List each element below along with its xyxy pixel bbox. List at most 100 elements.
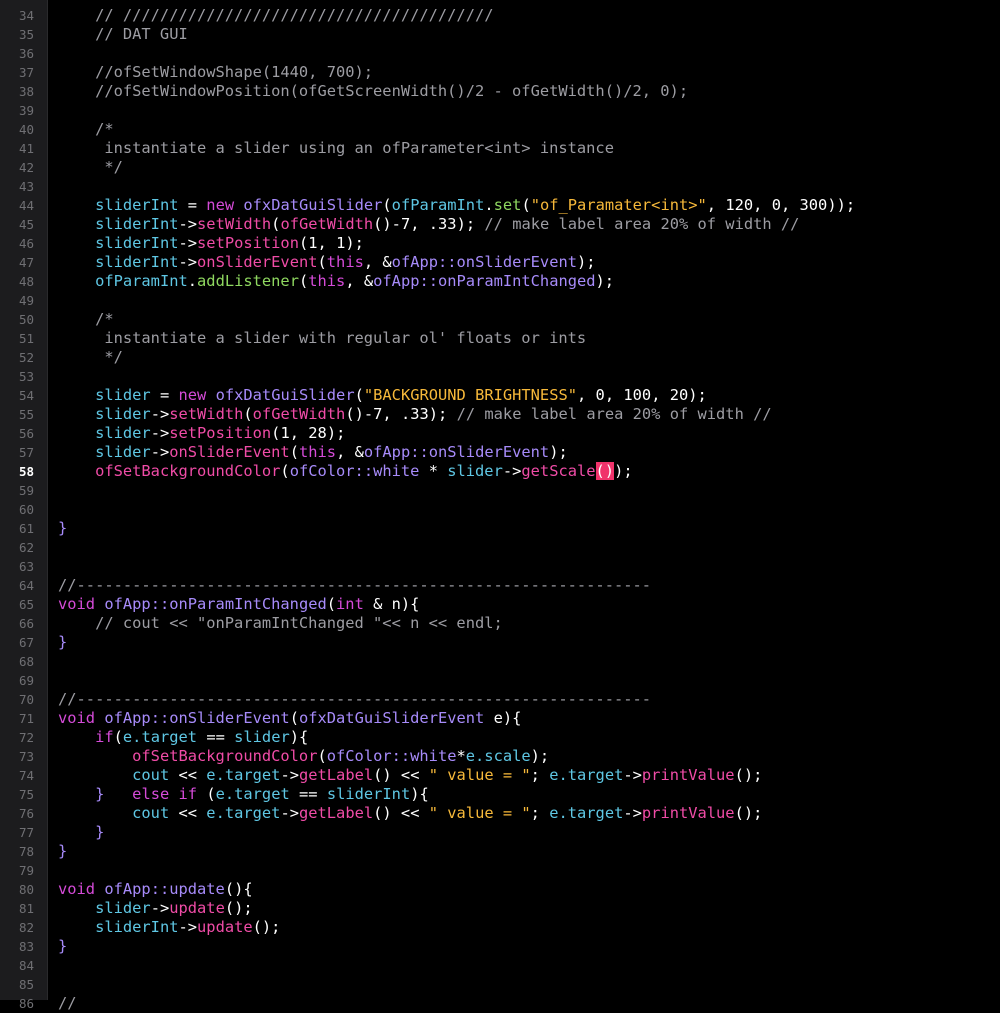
code-token: /* (58, 120, 114, 138)
code-line[interactable]: 58 ofSetBackgroundColor(ofColor::white *… (0, 462, 1000, 481)
code-line[interactable]: 50 /* (0, 310, 1000, 329)
code-token: & n){ (363, 595, 420, 613)
code-line[interactable]: 81 slider->update(); (0, 899, 1000, 918)
code-line[interactable]: 68 (0, 652, 1000, 671)
code-editor[interactable]: 34 // //////////////////////////////////… (0, 0, 1000, 1012)
code-token: -> (178, 215, 198, 233)
code-token: ofApp::update (104, 880, 225, 898)
code-line[interactable]: 60 (0, 500, 1000, 519)
code-token: ofColor::white (289, 462, 420, 480)
code-line[interactable]: 66 // cout << "onParamIntChanged "<< n <… (0, 614, 1000, 633)
code-line[interactable]: 40 /* (0, 120, 1000, 139)
code-line[interactable]: 83} (0, 937, 1000, 956)
code-token: //ofSetWindowPosition(ofGetScreenWidth()… (58, 82, 689, 100)
code-token: "BACKGROUND BRIGHTNESS" (363, 386, 577, 404)
code-line[interactable]: 82 sliderInt->update(); (0, 918, 1000, 937)
code-line[interactable]: 48 ofParamInt.addListener(this, &ofApp::… (0, 272, 1000, 291)
code-token: -> (623, 766, 642, 784)
code-token: 28 (308, 424, 327, 442)
code-text: //ofSetWindowShape(1440, 700); (58, 63, 373, 82)
line-number: 44 (18, 198, 34, 213)
code-line[interactable]: 42 */ (0, 158, 1000, 177)
code-line[interactable]: 38 //ofSetWindowPosition(ofGetScreenWidt… (0, 82, 1000, 101)
code-line[interactable]: 63 (0, 557, 1000, 576)
code-text: void ofApp::update(){ (58, 880, 253, 899)
code-line[interactable]: 46 sliderInt->setPosition(1, 1); (0, 234, 1000, 253)
code-token: .33 (428, 215, 457, 233)
code-line[interactable]: 39 (0, 101, 1000, 120)
code-line[interactable]: 65 void ofApp::onParamIntChanged(int & n)… (0, 595, 1000, 614)
code-text: } else if (e.target == sliderInt){ (58, 785, 429, 804)
code-token: ); (595, 272, 615, 290)
code-line[interactable]: 84 (0, 956, 1000, 975)
code-line[interactable]: 59 (0, 481, 1000, 500)
code-line[interactable]: 37 //ofSetWindowShape(1440, 700); (0, 63, 1000, 82)
line-number: 40 (18, 122, 34, 137)
code-token: slider (95, 443, 151, 461)
code-line[interactable]: 69 (0, 671, 1000, 690)
code-line[interactable]: 72 if(e.target == slider){ (0, 728, 1000, 747)
code-line[interactable]: 57 slider->onSliderEvent(this, &ofApp::o… (0, 443, 1000, 462)
code-line[interactable]: 55 slider->setWidth(ofGetWidth()-7, .33)… (0, 405, 1000, 424)
code-text: } (58, 937, 67, 956)
code-line[interactable]: 53 (0, 367, 1000, 386)
code-text: sliderInt->setPosition(1, 1); (58, 234, 364, 253)
code-line[interactable]: 67} (0, 633, 1000, 652)
code-token: //--------------------------------------… (58, 690, 652, 708)
code-line[interactable]: 52 */ (0, 348, 1000, 367)
code-line[interactable]: 78} (0, 842, 1000, 861)
code-line[interactable]: 44 sliderInt = new ofxDatGuiSlider(ofPar… (0, 196, 1000, 215)
code-line[interactable]: 77 } (0, 823, 1000, 842)
code-line[interactable]: 79 (0, 861, 1000, 880)
code-area[interactable]: 34 // //////////////////////////////////… (0, 6, 1000, 1013)
code-line[interactable]: 54 slider = new ofxDatGuiSlider("BACKGRO… (0, 386, 1000, 405)
code-line[interactable]: 41 instantiate a slider using an ofParam… (0, 139, 1000, 158)
code-line[interactable]: 61} (0, 519, 1000, 538)
code-token: ( (521, 196, 531, 214)
code-text: void ofApp::onSliderEvent(ofxDatGuiSlide… (58, 709, 521, 728)
code-token: ofApp::onSliderEvent (391, 253, 577, 271)
code-token: ); (456, 215, 476, 233)
code-line[interactable]: 71 void ofApp::onSliderEvent(ofxDatGuiSli… (0, 709, 1000, 728)
code-line[interactable]: 75 } else if (e.target == sliderInt){ (0, 785, 1000, 804)
line-number: 77 (18, 825, 34, 840)
code-line[interactable]: 43 (0, 177, 1000, 196)
code-line[interactable]: 86 // (0, 994, 1000, 1013)
code-line[interactable]: 73 ofSetBackgroundColor(ofColor::white*e… (0, 747, 1000, 766)
code-token: -> (502, 462, 522, 480)
code-line[interactable]: 35 // DAT GUI (0, 25, 1000, 44)
code-line[interactable]: 70 //------------------------------------… (0, 690, 1000, 709)
code-token: ; (530, 766, 550, 784)
code-line[interactable]: 64 //------------------------------------… (0, 576, 1000, 595)
code-token: else if (132, 785, 198, 803)
code-token: int (336, 595, 364, 613)
code-line[interactable]: 47 sliderInt->onSliderEvent(this, &ofApp… (0, 253, 1000, 272)
code-line[interactable]: 51 instantiate a slider with regular ol'… (0, 329, 1000, 348)
line-number: 54 (18, 388, 34, 403)
code-text: slider->setWidth(ofGetWidth()-7, .33); /… (58, 405, 772, 424)
code-token: , & (336, 443, 364, 461)
code-line[interactable]: 80 void ofApp::update(){ (0, 880, 1000, 899)
code-token: // /////////////////////////////////////… (58, 6, 494, 24)
line-number: 81 (18, 901, 34, 916)
code-line[interactable]: 74 cout << e.target->getLabel() << " val… (0, 766, 1000, 785)
code-line[interactable]: 36 (0, 44, 1000, 63)
code-line[interactable]: 45 sliderInt->setWidth(ofGetWidth()-7, .… (0, 215, 1000, 234)
code-token: e.target (122, 728, 198, 746)
code-token: , & (363, 253, 392, 271)
code-line[interactable]: 49 (0, 291, 1000, 310)
code-line[interactable]: 56 slider->setPosition(1, 28); (0, 424, 1000, 443)
code-line[interactable]: 85 (0, 975, 1000, 994)
code-token: ( (243, 405, 253, 423)
code-line[interactable]: 76 cout << e.target->getLabel() << " val… (0, 804, 1000, 823)
code-line[interactable]: 62 (0, 538, 1000, 557)
line-number: 65 (18, 597, 34, 612)
code-token: ); (326, 424, 346, 442)
line-number: 71 (18, 711, 34, 726)
code-token: printValue (641, 804, 735, 822)
code-line[interactable]: 34 // //////////////////////////////////… (0, 6, 1000, 25)
